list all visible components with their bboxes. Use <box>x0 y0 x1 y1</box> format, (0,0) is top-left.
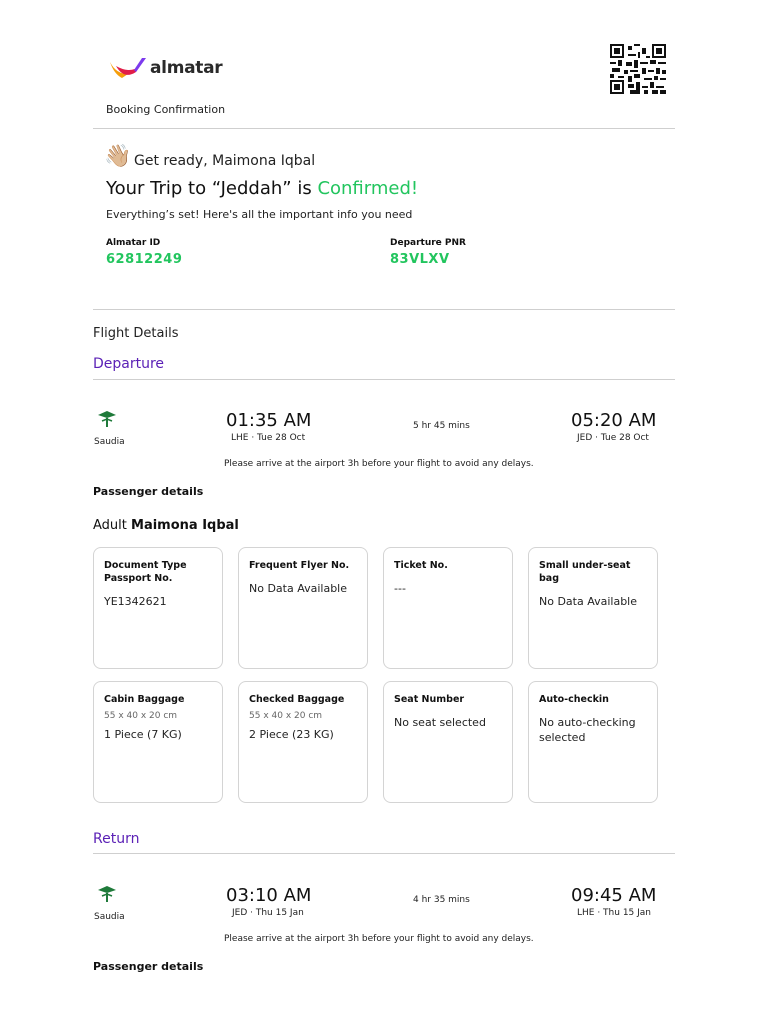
passport-no-label: Passport No. <box>104 573 173 584</box>
checked-baggage-value: 2 Piece (23 KG) <box>249 728 334 741</box>
greeting-text: Get ready, Maimona Iqbal <box>134 153 316 169</box>
almatar-id-label: Almatar ID <box>106 238 161 248</box>
checked-baggage-dimensions: 55 x 40 x 20 cm <box>249 711 323 721</box>
qr-code <box>610 44 666 94</box>
frequent-flyer-card: Frequent Flyer No. No Data Available <box>238 547 368 669</box>
ticket-no-value: --- <box>394 582 406 595</box>
arrival-time: 05:20 AM <box>571 410 657 431</box>
return-arrival-note: Please arrive at the airport 3h before y… <box>224 934 534 944</box>
frequent-flyer-value: No Data Available <box>249 582 348 595</box>
auto-checkin-card: Auto-checkin No auto-checking selected <box>528 681 658 803</box>
saudia-logo-icon <box>96 409 118 429</box>
return-arrival-time: 09:45 AM <box>571 885 657 906</box>
return-passenger-details-title: Passenger details <box>93 960 204 973</box>
qr-code-icon <box>610 44 666 94</box>
cabin-baggage-card: Cabin Baggage 55 x 40 x 20 cm 1 Piece (7… <box>93 681 223 803</box>
seat-number-label: Seat Number <box>394 694 465 705</box>
passport-no-value: YE1342621 <box>104 595 167 608</box>
passenger-type: Adult <box>93 518 127 533</box>
return-arrival-place: LHE · Thu 15 Jan <box>577 908 652 918</box>
waving-hand-icon: 👋🏼 <box>104 144 132 169</box>
cabin-baggage-dimensions: 55 x 40 x 20 cm <box>104 711 178 721</box>
departure-title: Departure <box>93 356 165 372</box>
arrival-note: Please arrive at the airport 3h before y… <box>224 459 534 469</box>
divider <box>93 853 675 854</box>
saudia-logo-icon <box>96 884 118 904</box>
divider <box>93 128 675 129</box>
passenger-name: Maimona Iqbal <box>131 518 239 533</box>
checked-baggage-label: Checked Baggage <box>249 694 345 705</box>
airline-name: Saudia <box>94 912 125 922</box>
seat-number-value: No seat selected <box>394 716 486 729</box>
divider <box>93 379 675 380</box>
return-departure-time: 03:10 AM <box>226 885 312 906</box>
small-bag-card: Small under-seat bag No Data Available <box>528 547 658 669</box>
document-type-label: Document Type <box>104 560 187 571</box>
departure-time: 01:35 AM <box>226 410 312 431</box>
ticket-card: Ticket No. --- <box>383 547 513 669</box>
seat-number-card: Seat Number No seat selected <box>383 681 513 803</box>
departure-place: LHE · Tue 28 Oct <box>231 433 306 443</box>
cabin-baggage-value: 1 Piece (7 KG) <box>104 728 182 741</box>
confirmed-status: Confirmed! <box>317 178 419 199</box>
return-title: Return <box>93 831 140 847</box>
flight-duration: 5 hr 45 mins <box>413 421 470 431</box>
brand-name: almatar <box>150 58 223 78</box>
frequent-flyer-label: Frequent Flyer No. <box>249 560 350 571</box>
auto-checkin-label: Auto-checkin <box>539 694 609 705</box>
airline-name: Saudia <box>94 437 125 447</box>
trip-headline: Your Trip to “Jeddah” is Confirmed! <box>106 178 418 199</box>
ticket-no-label: Ticket No. <box>394 560 448 571</box>
departure-pnr-label: Departure PNR <box>390 238 466 248</box>
almatar-id-value: 62812249 <box>106 252 183 267</box>
divider <box>93 309 675 310</box>
almatar-logo-icon <box>110 58 146 78</box>
passenger-details-title: Passenger details <box>93 485 204 498</box>
cabin-baggage-label: Cabin Baggage <box>104 694 185 705</box>
flight-details-title: Flight Details <box>93 326 179 341</box>
auto-checkin-value: No auto-checking selected <box>539 716 636 744</box>
checked-baggage-card: Checked Baggage 55 x 40 x 20 cm 2 Piece … <box>238 681 368 803</box>
small-bag-label: Small under-seat bag <box>539 560 631 584</box>
passenger-line: Adult Maimona Iqbal <box>93 518 239 533</box>
small-bag-value: No Data Available <box>539 595 638 608</box>
intro-text: Everything’s set! Here's all the importa… <box>106 208 413 221</box>
document-card: Document Type Passport No. YE1342621 <box>93 547 223 669</box>
return-departure-place: JED · Thu 15 Jan <box>232 908 304 918</box>
headline-prefix: Your Trip to “Jeddah” is <box>106 178 318 199</box>
return-flight-duration: 4 hr 35 mins <box>413 895 470 905</box>
departure-pnr-value: 83VLXV <box>390 252 450 267</box>
arrival-place: JED · Tue 28 Oct <box>577 433 649 443</box>
booking-confirmation-label: Booking Confirmation <box>106 103 226 116</box>
